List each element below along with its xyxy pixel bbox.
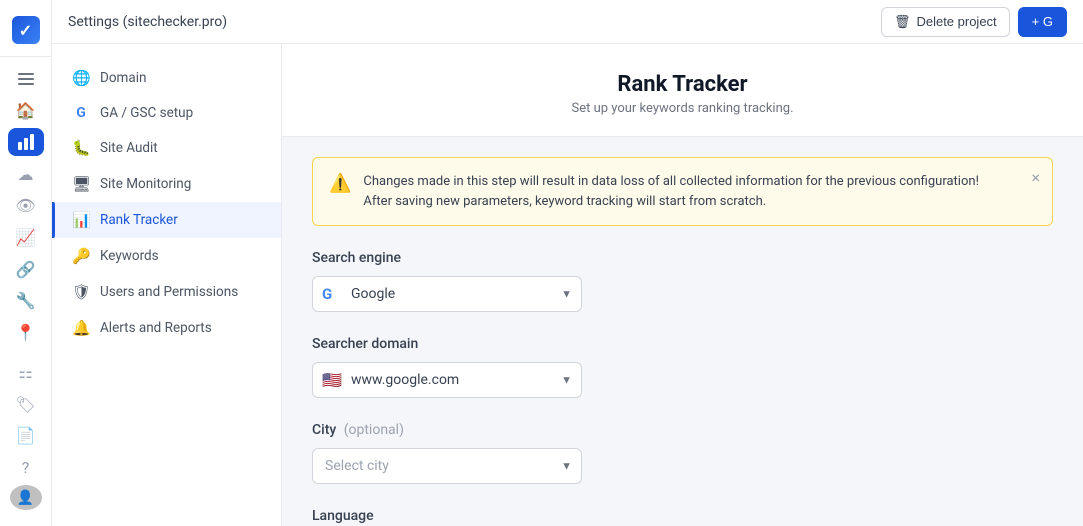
alert-close-button[interactable]: × <box>1031 168 1040 187</box>
searcher-domain-select[interactable]: www.google.com <box>312 362 582 398</box>
city-group: City (optional) Select city ▼ <box>312 422 1053 484</box>
city-label: City (optional) <box>312 422 1053 438</box>
top-header: Settings (sitechecker.pro) 🗑 Delete proj… <box>52 0 1083 44</box>
left-nav: 🌐 Domain G GA / GSC setup 🐛 Site Audit 🖥… <box>52 44 282 526</box>
nav-item-domain[interactable]: 🌐 Domain <box>52 60 281 96</box>
alerts-reports-icon: 🔔 <box>72 319 90 337</box>
nav-item-rank-tracker[interactable]: 📊 Rank Tracker <box>52 202 281 238</box>
us-flag-icon: 🇺🇸 <box>322 371 342 390</box>
page-subtitle: Set up your keywords ranking tracking. <box>282 101 1083 116</box>
city-select-wrapper: Select city ▼ <box>312 448 582 484</box>
icon-nav-location[interactable]: 📍 <box>8 319 44 347</box>
keywords-icon: 🔑 <box>72 247 90 265</box>
search-engine-select-wrapper: G Google ▼ <box>312 276 582 312</box>
search-engine-group: Search engine G Google ▼ <box>312 250 1053 312</box>
search-engine-label: Search engine <box>312 250 1053 266</box>
user-avatar[interactable]: 👤 <box>10 485 42 510</box>
delete-icon: 🗑 <box>894 14 911 30</box>
search-engine-select[interactable]: Google <box>312 276 582 312</box>
searcher-domain-label: Searcher domain <box>312 336 1053 352</box>
icon-nav-cloud[interactable]: ☁ <box>8 160 44 188</box>
header-title: Settings (sitechecker.pro) <box>68 14 227 30</box>
google-g-icon: G <box>322 285 332 303</box>
searcher-domain-select-wrapper: 🇺🇸 www.google.com ▼ <box>312 362 582 398</box>
icon-nav-home[interactable]: 🏠 <box>8 97 44 125</box>
icon-nav-chart[interactable]: 📈 <box>8 224 44 252</box>
icon-nav-tools[interactable]: 🔧 <box>8 287 44 315</box>
icon-nav-doc[interactable]: 📄 <box>8 422 44 450</box>
delete-project-button[interactable]: 🗑 Delete project <box>881 7 1010 37</box>
domain-icon: 🌐 <box>72 69 90 87</box>
city-select[interactable]: Select city <box>312 448 582 484</box>
icon-nav-link[interactable]: 🔗 <box>8 255 44 283</box>
icon-nav-rank-tracker-active[interactable] <box>8 128 44 156</box>
form-area: Search engine G Google ▼ Searcher domain… <box>282 226 1083 526</box>
alert-text: Changes made in this step will result in… <box>363 172 979 211</box>
icon-nav-tag[interactable]: 🏷 <box>8 390 44 418</box>
nav-item-site-audit[interactable]: 🐛 Site Audit <box>52 130 281 166</box>
site-audit-icon: 🐛 <box>72 139 90 157</box>
icon-sidebar: ✓ 🏠 ☁ 👁 📈 🔗 🔧 📍 ⚏ 🏷 📄 ? 👤 <box>0 0 52 526</box>
nav-item-ga-gsc[interactable]: G GA / GSC setup <box>52 96 281 130</box>
users-permissions-icon: 🛡 <box>72 283 90 301</box>
nav-item-keywords[interactable]: 🔑 Keywords <box>52 238 281 274</box>
site-monitoring-icon: 🖥 <box>72 175 90 193</box>
language-group: Language English ▼ <box>312 508 1053 526</box>
main-layout: 🌐 Domain G GA / GSC setup 🐛 Site Audit 🖥… <box>52 44 1083 526</box>
alert-banner: ⚠️ Changes made in this step will result… <box>312 157 1053 226</box>
icon-nav-eye[interactable]: 👁 <box>8 192 44 220</box>
icon-nav-grid[interactable]: ⚏ <box>8 358 44 386</box>
icon-nav-menu[interactable] <box>8 65 44 93</box>
page-header: Rank Tracker Set up your keywords rankin… <box>282 44 1083 137</box>
alert-warning-icon: ⚠️ <box>329 173 351 194</box>
logo-icon: ✓ <box>12 16 40 44</box>
logo-area: ✓ <box>0 8 51 57</box>
nav-item-alerts-reports[interactable]: 🔔 Alerts and Reports <box>52 310 281 346</box>
ga-gsc-icon: G <box>72 105 90 121</box>
searcher-domain-group: Searcher domain 🇺🇸 www.google.com ▼ <box>312 336 1053 398</box>
header-actions: 🗑 Delete project + G <box>881 7 1067 37</box>
icon-nav-help[interactable]: ? <box>8 454 44 482</box>
add-project-button[interactable]: + G <box>1018 7 1067 37</box>
content-area: Rank Tracker Set up your keywords rankin… <box>282 44 1083 526</box>
page-title: Rank Tracker <box>282 72 1083 97</box>
nav-item-users-permissions[interactable]: 🛡 Users and Permissions <box>52 274 281 310</box>
rank-tracker-icon: 📊 <box>72 211 90 229</box>
language-label: Language <box>312 508 1053 524</box>
nav-item-site-monitoring[interactable]: 🖥 Site Monitoring <box>52 166 281 202</box>
